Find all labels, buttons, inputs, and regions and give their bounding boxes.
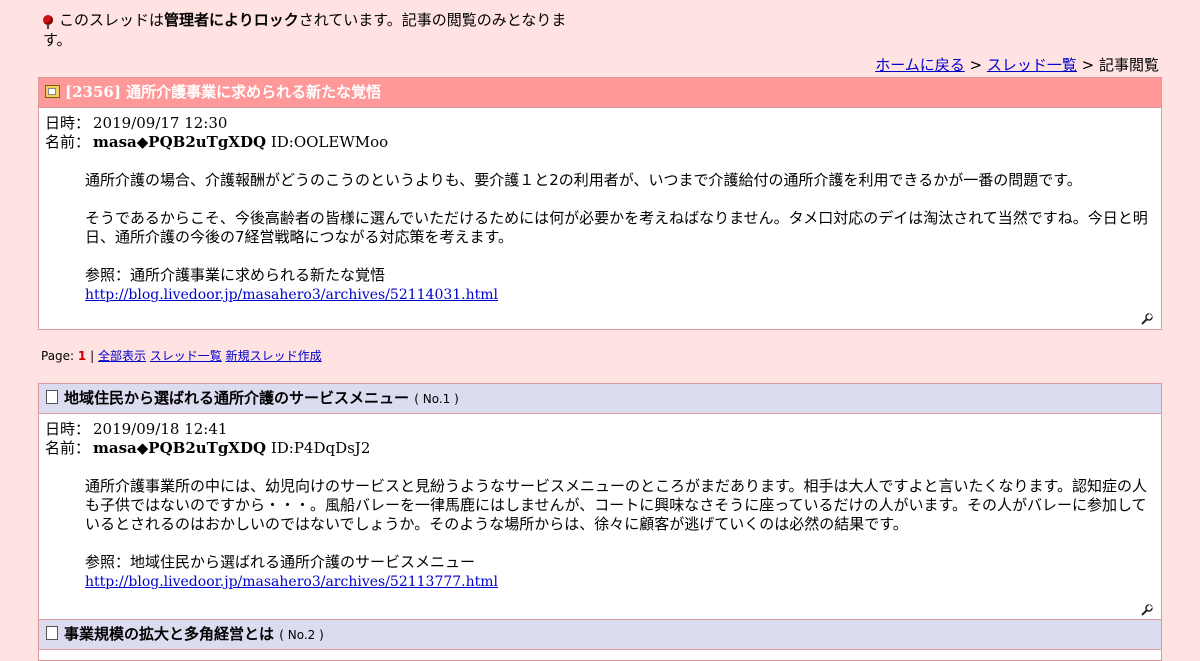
reference-link[interactable]: http://blog.livedoor.jp/masahero3/archiv… (85, 574, 498, 590)
author-id: ID:OOLEWMoo (270, 133, 389, 151)
document-icon (46, 626, 58, 640)
pager-separator: | (86, 349, 98, 363)
author-name: masa◆PQB2uTgXDQ (93, 439, 267, 457)
breadcrumb-current: 記事閲覧 (1098, 56, 1159, 74)
new-thread-link[interactable]: 新規スレッド作成 (226, 349, 322, 363)
post-reference: 参照：通所介護事業に求められる新たな覚悟 http://blog.livedoo… (85, 266, 1151, 305)
home-link[interactable]: ホームに戻る (875, 56, 965, 74)
reply-title: 地域住民から選ばれる通所介護のサービスメニュー (64, 389, 410, 407)
lock-pin-icon (43, 15, 53, 29)
show-all-link[interactable]: 全部表示 (98, 349, 146, 363)
reference-label: 参照：通所介護事業に求められる新たな覚悟 (85, 266, 386, 284)
reference-link[interactable]: http://blog.livedoor.jp/masahero3/archiv… (85, 287, 498, 303)
post-date: 2019/09/18 12:41 (93, 420, 228, 438)
post-date: 2019/09/17 12:30 (93, 114, 228, 132)
post-reference: 参照：地域住民から選ばれる通所介護のサービスメニュー http://blog.l… (85, 553, 1151, 592)
reply-title-bar: 事業規模の拡大と多角経営とは ( No.2 ) (39, 620, 1161, 650)
reply-title: 事業規模の拡大と多角経営とは (64, 625, 275, 643)
name-label: 名前： (45, 439, 91, 457)
post-meta: 日時： 2019/09/17 12:30 名前： masa◆PQB2uTgXDQ I… (39, 108, 1161, 152)
reply-number: ( No.2 ) (279, 628, 324, 642)
thread-title: [2356] 通所介護事業に求められる新たな覚悟 (65, 83, 382, 101)
reply-number: ( No.1 ) (414, 392, 459, 406)
post-body: 通所介護事業所の中には、幼児向けのサービスと見紛うようなサービスメニューのところ… (39, 477, 1161, 592)
date-label: 日時： (45, 114, 91, 132)
reference-label: 参照：地域住民から選ばれる通所介護のサービスメニュー (85, 553, 476, 571)
thread-title-bar: [2356] 通所介護事業に求められる新たな覚悟 (39, 78, 1161, 108)
lock-notice: このスレッドは管理者によりロックされています。記事の閲覧のみとなります。 (43, 10, 583, 50)
lock-notice-emphasis: 管理者によりロック (164, 11, 299, 29)
breadcrumb-separator: > (1076, 56, 1099, 74)
name-label: 名前： (45, 133, 91, 151)
post-body: 通所介護の場合、介護報酬がどうのこうのというよりも、要介護１と2の利用者が、いつ… (39, 171, 1161, 305)
post-meta: 日時： 2019/09/18 12:41 名前： masa◆PQB2uTgXDQ I… (39, 414, 1161, 458)
folder-icon (45, 85, 60, 98)
breadcrumb: ホームに戻る > スレッド一覧 > 記事閲覧 (875, 54, 1159, 75)
author-id: ID:P4DqDsJ2 (270, 439, 371, 457)
document-icon (46, 390, 58, 404)
pager-thread-list-link[interactable]: スレッド一覧 (150, 349, 222, 363)
lock-notice-prefix: このスレッドは (59, 11, 165, 29)
edit-wrench-icon[interactable] (1141, 604, 1153, 616)
post-paragraph: そうであるからこそ、今後高齢者の皆様に選んでいただけるためには何が必要かを考えね… (85, 209, 1148, 246)
page-label: Page: (41, 349, 78, 363)
breadcrumb-separator: > (964, 56, 987, 74)
reply-title-bar: 地域住民から選ばれる通所介護のサービスメニュー ( No.1 ) (39, 384, 1161, 414)
post-paragraph: 通所介護の場合、介護報酬がどうのこうのというよりも、要介護１と2の利用者が、いつ… (85, 171, 1082, 189)
edit-wrench-icon[interactable] (1141, 313, 1153, 325)
reply-post: 地域住民から選ばれる通所介護のサービスメニュー ( No.1 ) 日時： 2019… (38, 383, 1162, 621)
thread-list-link[interactable]: スレッド一覧 (987, 56, 1077, 74)
reply-post: 事業規模の拡大と多角経営とは ( No.2 ) (38, 619, 1162, 661)
pager: Page: 1 | 全部表示 スレッド一覧 新規スレッド作成 (41, 347, 322, 364)
thread-post: [2356] 通所介護事業に求められる新たな覚悟 日時： 2019/09/17 1… (38, 77, 1162, 330)
post-paragraph: 通所介護事業所の中には、幼児向けのサービスと見紛うようなサービスメニューのところ… (85, 477, 1148, 533)
author-name: masa◆PQB2uTgXDQ (93, 133, 267, 151)
date-label: 日時： (45, 420, 91, 438)
